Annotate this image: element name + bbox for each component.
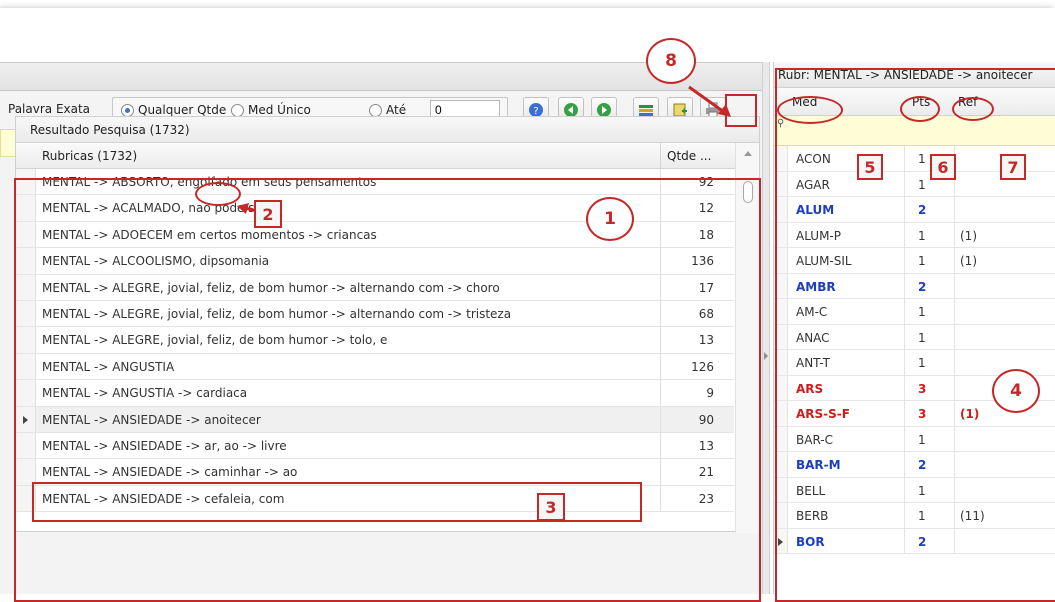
annotation-circle-8: 8 bbox=[646, 38, 696, 84]
annotation-square-3: 3 bbox=[537, 493, 565, 521]
annotation-square-5: 5 bbox=[857, 154, 883, 180]
annotation-square-7: 7 bbox=[1000, 154, 1026, 180]
annotation-circle-4: 4 bbox=[992, 369, 1040, 413]
annotation-arrows bbox=[237, 85, 731, 219]
annotation-circle-1: 1 bbox=[586, 197, 634, 241]
annotation-square-2: 2 bbox=[254, 200, 282, 228]
annotation-square-6: 6 bbox=[930, 154, 956, 180]
